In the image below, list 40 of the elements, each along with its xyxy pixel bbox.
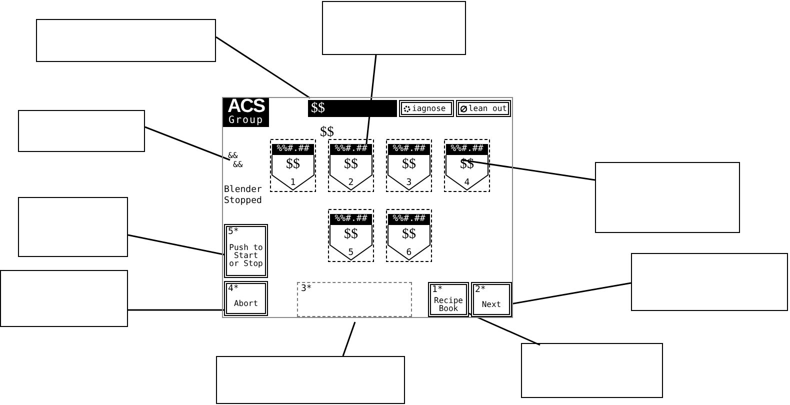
weight-reading: %%#.## xyxy=(388,144,430,155)
status-code: && xyxy=(233,160,244,169)
weight-reading: %%#.## xyxy=(272,144,314,155)
hopper-number: 3 xyxy=(406,178,412,188)
hopper-number: 4 xyxy=(464,178,470,188)
next-button[interactable]: 2* Next xyxy=(471,282,512,317)
hopper-name: $$ xyxy=(344,227,358,243)
title-bar: $$ xyxy=(308,100,397,117)
hopper-drawing xyxy=(386,139,432,192)
weight-reading: %%#.## xyxy=(330,144,372,155)
slashed-circle-icon xyxy=(460,104,468,112)
clean-out-button[interactable]: lean out xyxy=(456,100,511,117)
hopper-drawing xyxy=(328,139,374,192)
start-stop-button[interactable]: 5* Push to Start or Stop xyxy=(224,224,268,278)
hopper-name: $$ xyxy=(402,157,416,173)
logo-text: ACS xyxy=(227,98,265,116)
message-area: 3* xyxy=(297,282,412,317)
recipe-book-button[interactable]: 1* Recipe Book xyxy=(428,282,469,317)
weight-reading: %%#.## xyxy=(330,214,372,225)
hopper-drawing xyxy=(270,139,316,192)
blender-status: Blender Stopped xyxy=(224,185,263,207)
hopper-number: 6 xyxy=(406,248,412,258)
hopper-number: 1 xyxy=(290,178,296,188)
hopper-name: $$ xyxy=(286,157,300,173)
abort-button[interactable]: 4* Abort xyxy=(224,281,268,316)
gear-icon xyxy=(403,104,411,112)
weight-reading: %%#.## xyxy=(446,144,488,155)
leader-line xyxy=(342,322,356,356)
hopper-name: $$ xyxy=(402,227,416,243)
diagnose-button[interactable]: iagnose xyxy=(399,100,454,117)
hopper-number: 5 xyxy=(348,248,354,258)
hopper-drawing xyxy=(386,209,432,262)
status-code: && xyxy=(228,151,239,160)
weight-reading: %%#.## xyxy=(388,214,430,225)
hopper-drawing xyxy=(328,209,374,262)
hopper-number: 2 xyxy=(348,178,354,188)
hopper-name: $$ xyxy=(344,157,358,173)
logo-subtitle: Group xyxy=(228,116,264,126)
hopper-drawing xyxy=(444,139,490,192)
subtitle: $$ xyxy=(320,127,335,139)
